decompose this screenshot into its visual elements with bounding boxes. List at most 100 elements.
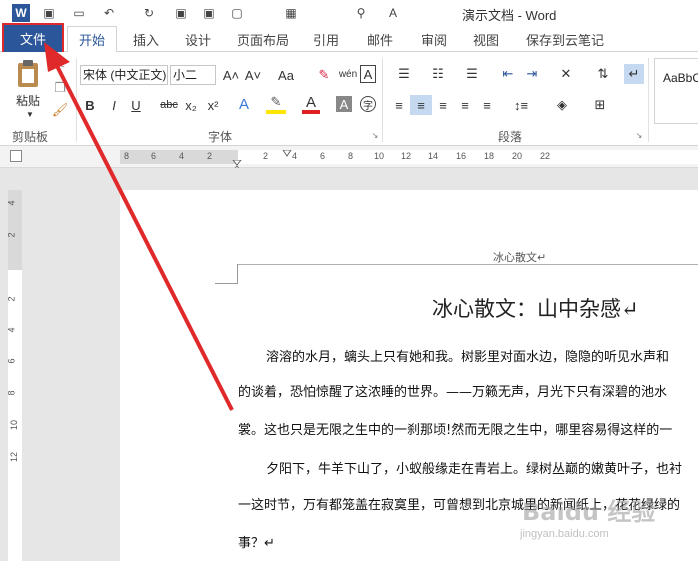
- tab-layout[interactable]: 页面布局: [234, 26, 292, 52]
- shading-icon[interactable]: ◈: [548, 95, 576, 115]
- change-case-button[interactable]: Aa: [272, 65, 300, 85]
- group-divider: [382, 58, 383, 142]
- save-pdf-icon[interactable]: ▣: [200, 4, 218, 22]
- vertical-ruler-tick-label: 4: [6, 327, 17, 333]
- subscript-button[interactable]: x₂: [182, 95, 200, 115]
- ruler-tick-label: 8: [348, 151, 354, 161]
- word-logo-icon: W: [12, 4, 30, 22]
- italic-button[interactable]: I: [106, 95, 122, 115]
- font-size-icon[interactable]: A: [384, 4, 402, 22]
- clear-format-icon[interactable]: ✎: [314, 65, 334, 85]
- paste-button[interactable]: 粘贴: [10, 92, 46, 108]
- numbering-icon[interactable]: ☷: [424, 64, 452, 84]
- sort-icon[interactable]: ⇅: [594, 64, 612, 84]
- styles-gallery[interactable]: AaBbC: [654, 58, 698, 124]
- phonetic-guide-button[interactable]: wén: [338, 63, 358, 85]
- font-dialog-launcher-icon[interactable]: ↘: [370, 130, 380, 140]
- ruler-tick-label: 8: [124, 151, 130, 161]
- copy-icon[interactable]: ❐: [52, 80, 68, 96]
- tab-view[interactable]: 视图: [468, 26, 504, 52]
- watermark-url: jingyan.baidu.com: [520, 528, 609, 540]
- table-icon[interactable]: ▦: [282, 4, 300, 22]
- character-border-button[interactable]: A: [360, 65, 376, 83]
- font-size-select[interactable]: 小二: [170, 65, 216, 85]
- bullets-icon[interactable]: ☰: [390, 64, 418, 84]
- paragraph-dialog-launcher-icon[interactable]: ↘: [634, 130, 644, 140]
- paragraph-line[interactable]: 事？↵: [238, 532, 698, 551]
- save-icon[interactable]: ▣: [40, 4, 58, 22]
- first-line-indent-marker[interactable]: [282, 147, 292, 157]
- align-center-icon[interactable]: ≡: [410, 95, 432, 115]
- vertical-ruler-tick-label: 12: [9, 451, 20, 463]
- undo-icon[interactable]: ↶: [100, 4, 118, 22]
- line-spacing-icon[interactable]: ↕≡: [508, 95, 534, 115]
- underline-button[interactable]: U: [128, 95, 144, 115]
- margin-corner-mark: [215, 283, 238, 284]
- paste-icon[interactable]: [12, 58, 44, 90]
- vertical-ruler-tick-label: 8: [6, 390, 17, 396]
- paragraph-line[interactable]: 夕阳下，牛羊下山了，小蚁般缘走在青岩上。绿树丛巅的嫩黄叶子，也衬: [238, 458, 698, 477]
- highlight-icon[interactable]: ✎: [266, 94, 286, 114]
- save-as-icon[interactable]: ▣: [172, 4, 190, 22]
- tab-file[interactable]: 文件: [2, 23, 64, 54]
- tab-design[interactable]: 设计: [180, 26, 216, 52]
- borders-icon[interactable]: ⊞: [586, 95, 614, 115]
- tab-insert[interactable]: 插入: [128, 26, 164, 52]
- header-divider: [238, 264, 698, 265]
- tab-references[interactable]: 引用: [308, 26, 344, 52]
- character-shading-icon[interactable]: A: [336, 96, 352, 112]
- tab-mailings[interactable]: 邮件: [362, 26, 398, 52]
- paragraph-line[interactable]: 溶溶的水月，螭头上只有她和我。树影里对面水边，隐隐的听见水声和: [238, 346, 698, 365]
- align-left-icon[interactable]: ≡: [390, 95, 408, 115]
- tab-cloud-notes[interactable]: 保存到云笔记: [522, 26, 608, 52]
- text-effects-icon[interactable]: A: [236, 94, 252, 114]
- cut-icon[interactable]: ✂: [52, 58, 68, 74]
- ruler-tick-label: 22: [540, 151, 551, 161]
- multilevel-list-icon[interactable]: ☰: [458, 64, 486, 84]
- show-marks-icon[interactable]: ↵: [624, 64, 644, 84]
- strikethrough-button[interactable]: abc: [158, 95, 180, 115]
- superscript-button[interactable]: x²: [204, 95, 222, 115]
- font-color-icon[interactable]: A: [302, 94, 320, 114]
- print-preview-icon[interactable]: ▢: [228, 4, 246, 22]
- document-title[interactable]: 冰心散文：山中杂感↵: [432, 293, 639, 323]
- font-group-label: 字体: [208, 130, 233, 144]
- tab-selector[interactable]: [10, 150, 22, 162]
- tab-review[interactable]: 审阅: [416, 26, 452, 52]
- increase-indent-icon[interactable]: ⇥: [522, 64, 542, 84]
- paragraph-group-label: 段落: [498, 130, 523, 144]
- margin-corner-mark: [237, 264, 238, 284]
- align-right-icon[interactable]: ≡: [434, 95, 452, 115]
- tab-home[interactable]: 开始: [67, 26, 117, 53]
- grow-font-button[interactable]: A˄: [222, 65, 240, 85]
- distributed-icon[interactable]: ≡: [478, 95, 496, 115]
- shrink-font-button[interactable]: A˅: [244, 65, 262, 85]
- chinese-layout-icon[interactable]: ✕: [552, 64, 580, 84]
- justify-icon[interactable]: ≡: [456, 95, 474, 115]
- find-icon[interactable]: ⚲: [352, 4, 370, 22]
- vertical-ruler-tick-label: 4: [6, 200, 17, 206]
- decrease-indent-icon[interactable]: ⇤: [498, 64, 518, 84]
- ruler-tick-label: 10: [374, 151, 385, 161]
- font-name-select[interactable]: 宋体 (中文正文): [80, 65, 168, 85]
- ruler-tick-label: 14: [428, 151, 439, 161]
- vertical-ruler-tick-label: 2: [6, 232, 17, 238]
- paragraph-line[interactable]: 裳。这也只是无限之生中的一刹那顷!然而无限之生中，哪里容易得这样的一: [238, 419, 698, 438]
- style-preview-normal[interactable]: AaBbC: [655, 59, 698, 85]
- group-divider: [648, 58, 649, 142]
- paragraph-line[interactable]: 的谈着，恐怕惊醒了这浓睡的世界。——万籁无声，月光下只有深碧的池水: [238, 381, 698, 400]
- ruler-tick-label: 2: [207, 151, 213, 161]
- enclose-character-icon[interactable]: 字: [360, 96, 376, 112]
- open-folder-icon[interactable]: ▭: [70, 4, 88, 22]
- window-title: 演示文档 - Word: [462, 8, 557, 23]
- ruler-tick-label: 2: [263, 151, 269, 161]
- bold-button[interactable]: B: [82, 95, 98, 115]
- ruler-tick-label: 12: [401, 151, 412, 161]
- group-divider: [76, 58, 77, 142]
- ruler-tick-label: 16: [456, 151, 467, 161]
- redo-icon[interactable]: ↻: [140, 4, 158, 22]
- chevron-down-icon[interactable]: ▼: [24, 110, 36, 119]
- ruler-tick-label: 4: [292, 151, 298, 161]
- page-header[interactable]: 冰心散文↵: [493, 249, 546, 265]
- format-painter-icon[interactable]: 🖌: [52, 102, 69, 118]
